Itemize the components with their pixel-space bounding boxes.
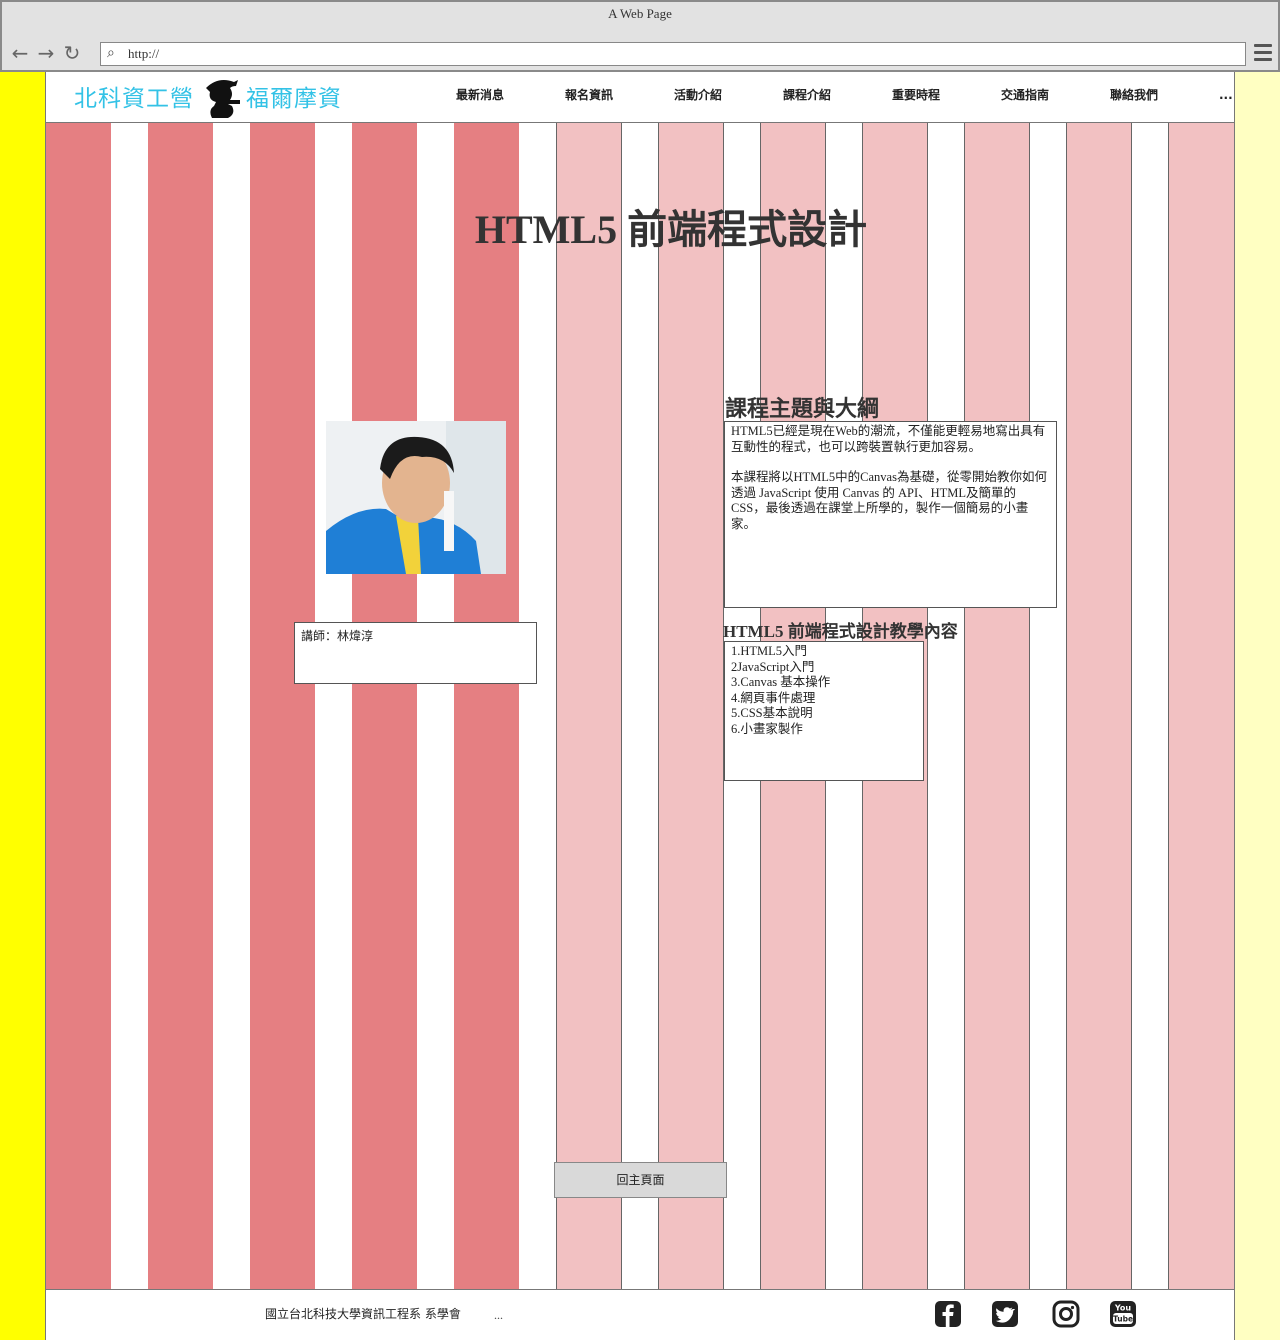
main-content: HTML5 前端程式設計 講師：林煒淳 課程主題與大綱 HTML5已經是現在We… (46, 123, 1234, 1289)
nav-item-contact[interactable]: 聯絡我們 (1110, 72, 1219, 120)
site-footer: 國立台北科技大學資訊工程系 系學會 ... You Tube (46, 1289, 1234, 1341)
stripe (1066, 123, 1132, 1289)
stripe (454, 123, 519, 1289)
topic-paragraph-1: HTML5已經是現在Web的潮流，不僅能更輕易地寫出具有互動性的程式，也可以跨裝… (731, 424, 1046, 454)
instructor-label: 講師：林煒淳 (294, 622, 537, 684)
address-bar[interactable]: ⌕ http:// (100, 42, 1246, 66)
twitter-icon[interactable] (991, 1300, 1019, 1328)
topic-heading: 課程主題與大綱 (725, 396, 880, 421)
page-title: HTML5 前端程式設計 (474, 207, 868, 252)
list-item: 1.HTML5入門 (731, 644, 808, 658)
search-icon: ⌕ (107, 45, 115, 61)
nav-item-schedule[interactable]: 重要時程 (892, 72, 1001, 120)
nav-item-registration[interactable]: 報名資訊 (565, 72, 674, 120)
footer-more[interactable]: ... (494, 1290, 503, 1340)
site-logo[interactable]: 北科資工營 福爾摩資 (74, 72, 354, 120)
youtube-icon[interactable]: You Tube (1109, 1300, 1137, 1328)
nav-item-directions[interactable]: 交通指南 (1001, 72, 1110, 120)
nav-item-courses[interactable]: 課程介紹 (783, 72, 892, 120)
topic-paragraph-2: 本課程將以HTML5中的Canvas為基礎，從零開始教你如何透過 JavaScr… (731, 470, 1047, 531)
detective-silhouette-icon (206, 80, 240, 118)
list-item: 2JavaScript入門 (731, 659, 815, 674)
list-item: 5.CSS基本說明 (731, 706, 813, 720)
nav-item-activities[interactable]: 活動介紹 (674, 72, 783, 120)
stripe (250, 123, 315, 1289)
list-item: 3.Canvas 基本操作 (731, 675, 831, 689)
browser-nav: ← → ↻ (10, 42, 82, 66)
nav-more[interactable]: ... (1219, 72, 1239, 120)
main-nav: 最新消息 報名資訊 活動介紹 課程介紹 重要時程 交通指南 聯絡我們 ... (456, 72, 1239, 120)
footer-text: 國立台北科技大學資訊工程系 系學會 (265, 1307, 461, 1321)
left-panel (0, 72, 46, 1340)
list-item: 4.網頁事件處理 (731, 690, 816, 705)
contents-heading: HTML5 前端程式設計教學內容 (723, 622, 958, 641)
instagram-icon[interactable] (1052, 1300, 1080, 1328)
svg-text:Tube: Tube (1113, 1315, 1133, 1324)
stripe (1168, 123, 1234, 1289)
instructor-photo (326, 421, 506, 574)
contents-list: 1.HTML5入門 2JavaScript入門 3.Canvas 基本操作 4.… (724, 641, 924, 781)
stripe (148, 123, 213, 1289)
reload-icon[interactable]: ↻ (62, 42, 82, 66)
stripe (556, 123, 622, 1289)
logo-text-left: 北科資工營 (74, 86, 194, 112)
menu-icon[interactable] (1254, 44, 1272, 62)
window-title: A Web Page (608, 6, 672, 21)
nav-item-news[interactable]: 最新消息 (456, 72, 565, 120)
stripe (46, 123, 111, 1289)
facebook-icon[interactable] (934, 1300, 962, 1328)
forward-arrow-icon[interactable]: → (36, 42, 56, 66)
stripe (658, 123, 724, 1289)
back-arrow-icon[interactable]: ← (10, 42, 30, 66)
browser-chrome: A Web Page ← → ↻ ⌕ http:// (0, 0, 1280, 72)
topic-outline-box: HTML5已經是現在Web的潮流，不僅能更輕易地寫出具有互動性的程式，也可以跨裝… (724, 421, 1057, 608)
list-item: 6.小畫家製作 (731, 721, 803, 736)
svg-text:You: You (1114, 1304, 1132, 1313)
stripe (352, 123, 417, 1289)
site-header: 北科資工營 福爾摩資 最新消息 報名資訊 活動介紹 課程介紹 重要時程 交通指南… (46, 72, 1234, 123)
address-text[interactable]: http:// (128, 43, 159, 65)
back-to-home-button[interactable]: 回主頁面 (554, 1162, 727, 1198)
logo-text-right: 福爾摩資 (246, 86, 342, 112)
right-panel (1234, 72, 1280, 1340)
stripe (964, 123, 1030, 1289)
